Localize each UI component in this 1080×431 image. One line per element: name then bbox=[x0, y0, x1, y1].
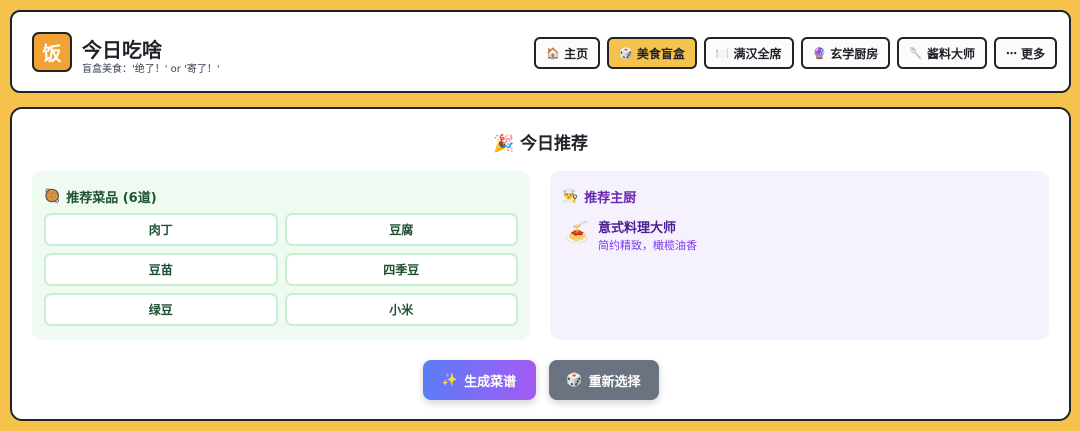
page-title: 🎉 今日推荐 bbox=[12, 129, 1069, 154]
stew-pot-icon: 🥘 bbox=[44, 189, 61, 204]
chef-panel: 👨‍🍳 推荐主厨 🍝 意式料理大师 简约精致，橄榄油香 bbox=[550, 171, 1049, 340]
reselect-label: 重新选择 bbox=[588, 374, 641, 390]
crystal-ball-icon: 🔮 bbox=[812, 46, 827, 60]
nav-label: 更多 bbox=[1020, 46, 1045, 61]
party-icon: 🎉 bbox=[492, 134, 515, 154]
nav-label: 美食盲盒 bbox=[636, 46, 685, 61]
nav-sauce-master-button[interactable]: 🥄 酱料大师 bbox=[897, 37, 987, 69]
spoon-icon: 🥄 bbox=[909, 46, 923, 60]
plate-icon: 🍽️ bbox=[715, 46, 730, 60]
recommendation-card: 🎉 今日推荐 🥘 推荐菜品 (6道) 肉丁 豆腐 豆苗 四季豆 绿豆 小米 👨‍… bbox=[10, 107, 1071, 421]
dish-item[interactable]: 小米 bbox=[284, 293, 518, 326]
dish-item[interactable]: 肉丁 bbox=[44, 213, 278, 246]
nav-feast-button[interactable]: 🍽️ 满汉全席 bbox=[703, 37, 794, 69]
dish-item[interactable]: 绿豆 bbox=[44, 293, 278, 326]
app-header: 饭 今日吃啥 盲盒美食：'绝了！' or '寄了！' 🏠 主页 🎲 美食盲盒 🍽… bbox=[10, 10, 1071, 93]
dishes-heading: 🥘 推荐菜品 (6道) bbox=[44, 187, 157, 206]
reselect-button[interactable]: 🎲 重新选择 bbox=[548, 360, 659, 400]
more-icon: ⋯ bbox=[1005, 46, 1017, 60]
page-title-text: 今日推荐 bbox=[520, 134, 589, 154]
chef-description: 简约精致，橄榄油香 bbox=[598, 239, 697, 252]
app-logo[interactable]: 饭 bbox=[32, 32, 72, 72]
nav-home-button[interactable]: 🏠 主页 bbox=[534, 37, 601, 69]
top-nav: 🏠 主页 🎲 美食盲盒 🍽️ 满汉全席 🔮 玄学厨房 🥄 酱料大师 ⋯ 更多 bbox=[534, 37, 1057, 69]
chef-name: 意式料理大师 bbox=[598, 221, 677, 236]
nav-label: 酱料大师 bbox=[926, 46, 975, 61]
nav-label: 玄学厨房 bbox=[830, 46, 879, 61]
nav-more-button[interactable]: ⋯ 更多 bbox=[993, 37, 1057, 69]
app-subtitle: 盲盒美食：'绝了！' or '寄了！' bbox=[82, 64, 220, 75]
chef-heading: 👨‍🍳 推荐主厨 bbox=[562, 187, 636, 206]
dish-item[interactable]: 四季豆 bbox=[284, 253, 518, 286]
app-title: 今日吃啥 bbox=[82, 38, 162, 62]
generate-recipe-label: 生成菜谱 bbox=[464, 374, 517, 390]
chef-heading-text: 推荐主厨 bbox=[584, 191, 637, 206]
action-bar: ✨ 生成菜谱 🎲 重新选择 bbox=[12, 360, 1069, 400]
nav-label: 满汉全席 bbox=[733, 46, 782, 61]
generate-recipe-button[interactable]: ✨ 生成菜谱 bbox=[422, 360, 536, 400]
sparkles-icon: ✨ bbox=[441, 372, 459, 388]
dice-icon: 🎲 bbox=[566, 372, 583, 388]
chef-icon: 👨‍🍳 bbox=[562, 189, 579, 204]
nav-blind-box-button[interactable]: 🎲 美食盲盒 bbox=[607, 37, 697, 69]
nav-label: 主页 bbox=[564, 46, 589, 61]
dice-icon: 🎲 bbox=[619, 46, 633, 60]
nav-mystic-kitchen-button[interactable]: 🔮 玄学厨房 bbox=[800, 37, 891, 69]
spaghetti-icon: 🍝 bbox=[564, 220, 590, 244]
house-icon: 🏠 bbox=[546, 46, 561, 60]
dishes-heading-text: 推荐菜品 (6道) bbox=[66, 191, 157, 206]
dishes-panel: 🥘 推荐菜品 (6道) 肉丁 豆腐 豆苗 四季豆 绿豆 小米 bbox=[32, 171, 530, 340]
dish-item[interactable]: 豆苗 bbox=[44, 253, 278, 286]
dish-item[interactable]: 豆腐 bbox=[284, 213, 518, 246]
dish-list: 肉丁 豆腐 豆苗 四季豆 绿豆 小米 bbox=[44, 213, 518, 326]
